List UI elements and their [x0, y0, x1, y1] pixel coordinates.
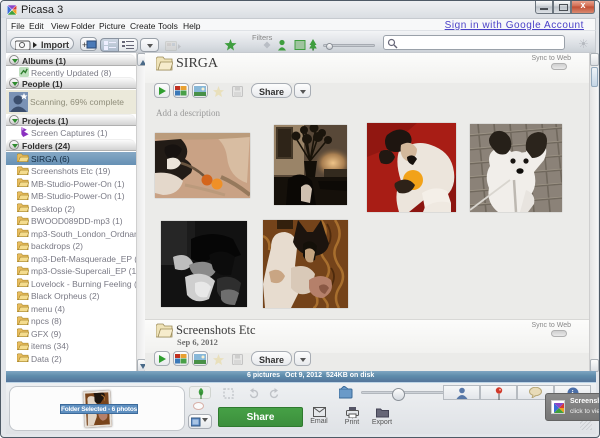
svg-text:+: +	[82, 40, 87, 50]
